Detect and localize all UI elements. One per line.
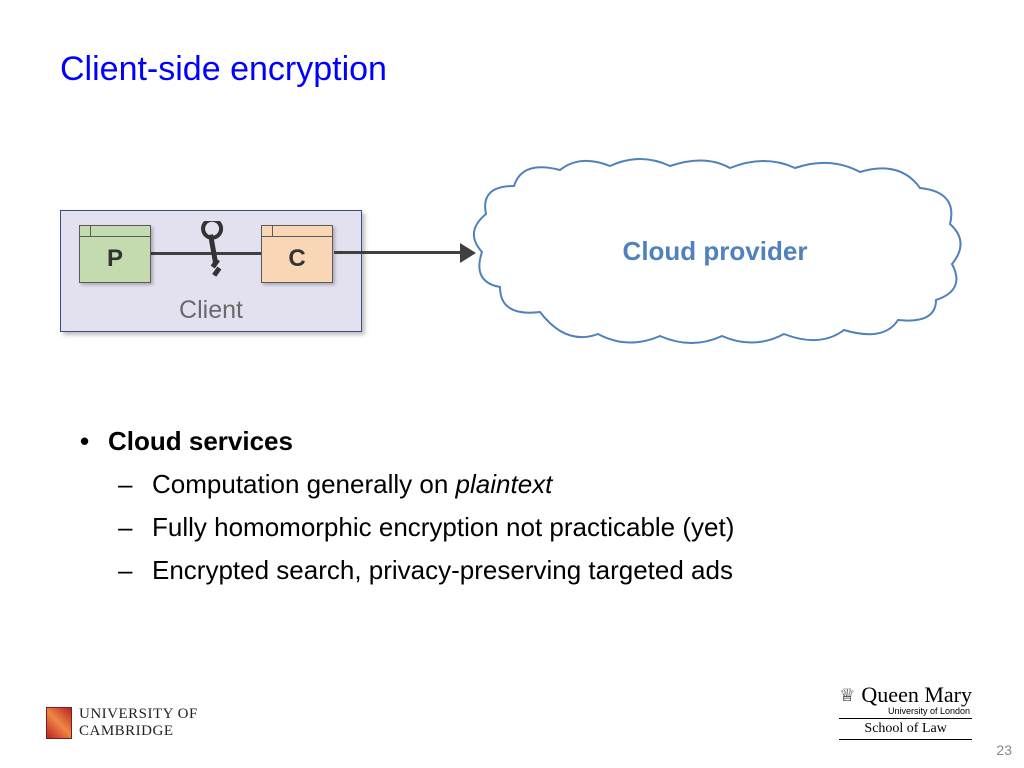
- qm-name: Queen Mary: [861, 682, 972, 708]
- qm-sub: University of London: [839, 706, 972, 716]
- bullet-item: Encrypted search, privacy-preserving tar…: [118, 549, 734, 592]
- plaintext-label: P: [80, 245, 150, 273]
- bullet-text-italic: plaintext: [456, 469, 553, 499]
- bullet-item: Computation generally on plaintext: [118, 463, 734, 506]
- page-number: 23: [996, 742, 1012, 758]
- ciphertext-box: C: [261, 225, 333, 283]
- bullet-item: Fully homomorphic encryption not practic…: [118, 506, 734, 549]
- footer-cambridge-logo: UNIVERSITY OF CAMBRIDGE: [46, 706, 198, 740]
- crown-icon: ♕: [839, 685, 855, 706]
- qm-school: School of Law: [839, 718, 972, 740]
- client-label: Client: [61, 296, 361, 325]
- bullet-text: Computation generally on: [152, 469, 456, 499]
- cambridge-line1: UNIVERSITY OF: [79, 706, 198, 723]
- client-box: P C Client: [60, 210, 362, 332]
- plaintext-box: P: [79, 225, 151, 283]
- crest-icon: [46, 707, 72, 739]
- bullet-heading: Cloud services: [80, 420, 734, 463]
- key-icon: [186, 221, 246, 281]
- bullet-list: Cloud services Computation generally on …: [80, 420, 734, 592]
- cambridge-line2: CAMBRIDGE: [79, 723, 198, 740]
- cloud-label: Cloud provider: [460, 236, 970, 267]
- ciphertext-label: C: [262, 245, 332, 273]
- footer-queenmary-logo: ♕ Queen Mary University of London School…: [839, 682, 972, 740]
- diagram: P C Client Cloud provider: [60, 210, 970, 380]
- arrow-line: [334, 251, 464, 254]
- slide-title: Client-side encryption: [60, 50, 387, 89]
